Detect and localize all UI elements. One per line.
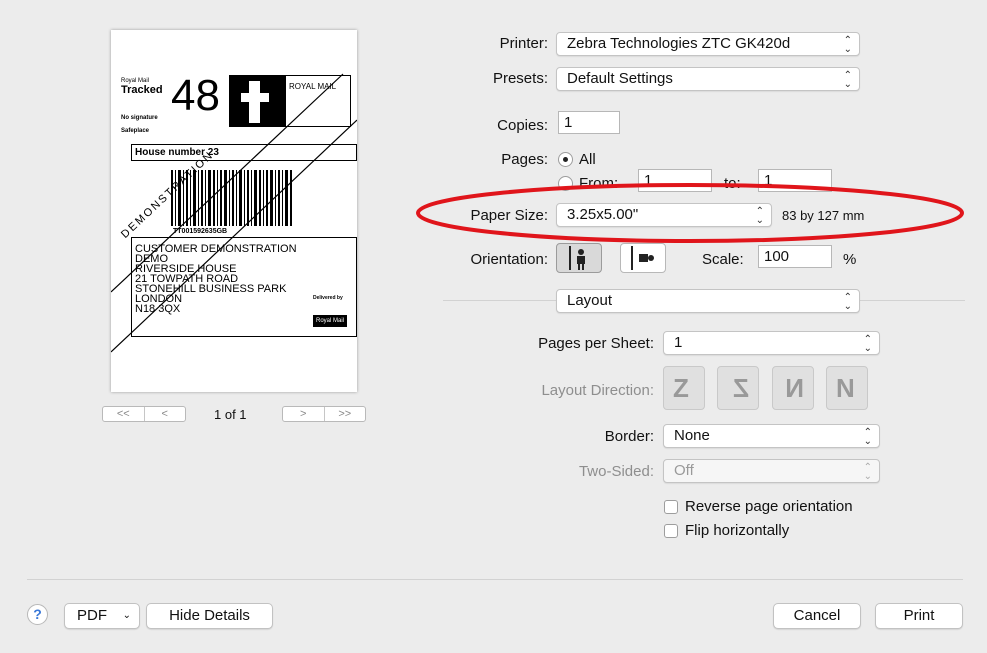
direction-n-button[interactable]: N (826, 366, 868, 410)
svg-text:Z: Z (733, 373, 749, 403)
page-indicator: 1 of 1 (214, 407, 247, 422)
help-button[interactable]: ? (27, 604, 48, 625)
print-button[interactable]: Print (875, 603, 963, 629)
highlight-ellipse (416, 183, 964, 243)
reverse-orientation-checkbox[interactable] (664, 500, 678, 514)
flip-horizontally-label: Flip horizontally (685, 522, 790, 539)
orientation-label: Orientation: (470, 251, 548, 268)
hide-details-button[interactable]: Hide Details (146, 603, 273, 629)
pdf-label: PDF (77, 607, 107, 624)
direction-n-reversed-button[interactable]: N (772, 366, 814, 410)
two-sided-select[interactable]: Off ⌃ ⌄ (663, 459, 880, 483)
direction-n-reversed-icon: N (785, 373, 804, 403)
printer-select[interactable]: Zebra Technologies ZTC GK420d ⌃ ⌄ (556, 32, 860, 56)
scale-input[interactable]: 100 (758, 245, 832, 268)
chevron-down-icon: ⌄ (122, 610, 131, 621)
two-sided-label: Two-Sided: (578, 463, 654, 480)
preview-pager-back[interactable]: << < (102, 406, 186, 422)
copies-input[interactable]: 1 (558, 111, 620, 134)
border-label: Border: (604, 428, 654, 445)
footer-divider (27, 579, 963, 580)
section-value: Layout (567, 292, 613, 309)
updown-chevron-icon: ⌃ ⌄ (863, 462, 872, 482)
direction-s-button[interactable]: Z (717, 366, 759, 410)
direction-z-button[interactable]: Z (663, 366, 705, 410)
first-page-button[interactable]: << (103, 407, 144, 421)
copies-label: Copies: (497, 117, 548, 134)
next-page-button[interactable]: > (283, 407, 324, 421)
layout-direction-label: Layout Direction: (541, 382, 654, 399)
svg-text:N: N (836, 373, 855, 403)
page-preview: Royal Mail Tracked 48 No signature Safep… (111, 30, 357, 392)
printer-label: Printer: (499, 35, 548, 52)
scale-label: Scale: (702, 251, 744, 268)
section-select[interactable]: Layout ⌃ ⌄ (556, 289, 860, 313)
pdf-menu-button[interactable]: PDF ⌄ (64, 603, 140, 629)
border-select[interactable]: None ⌃ ⌄ (663, 424, 880, 448)
pages-per-sheet-value: 1 (674, 334, 683, 351)
landscape-button[interactable] (620, 243, 666, 273)
two-sided-value: Off (674, 462, 694, 479)
updown-chevron-icon: ⌃ ⌄ (843, 70, 852, 90)
landscape-person-icon (631, 246, 654, 270)
presets-select[interactable]: Default Settings ⌃ ⌄ (556, 67, 860, 91)
prev-page-button[interactable]: < (143, 407, 186, 421)
svg-text:N: N (785, 373, 804, 403)
flip-horizontally-checkbox[interactable] (664, 524, 678, 538)
cancel-button[interactable]: Cancel (773, 603, 861, 629)
preview-pager-forward[interactable]: > >> (282, 406, 366, 422)
border-value: None (674, 427, 710, 444)
updown-chevron-icon: ⌃ ⌄ (863, 427, 872, 447)
updown-chevron-icon: ⌃ ⌄ (863, 334, 872, 354)
portrait-button[interactable] (556, 243, 602, 273)
direction-z-icon: Z (673, 373, 689, 403)
pages-per-sheet-select[interactable]: 1 ⌃ ⌄ (663, 331, 880, 355)
pages-label: Pages: (501, 151, 548, 168)
direction-s-icon: Z (733, 373, 749, 403)
direction-n-icon: N (836, 373, 855, 403)
presets-value: Default Settings (567, 70, 673, 87)
printer-value: Zebra Technologies ZTC GK420d (567, 35, 791, 52)
updown-chevron-icon: ⌃ ⌄ (843, 292, 852, 312)
scale-unit: % (843, 251, 857, 268)
last-page-button[interactable]: >> (323, 407, 366, 421)
presets-label: Presets: (492, 70, 548, 87)
pages-all-label: All (579, 151, 596, 168)
reverse-orientation-label: Reverse page orientation (685, 498, 853, 515)
updown-chevron-icon: ⌃ ⌄ (843, 35, 852, 55)
portrait-person-icon (569, 246, 585, 270)
svg-text:Z: Z (673, 373, 689, 403)
pages-all-radio[interactable] (558, 152, 573, 167)
pages-per-sheet-label: Pages per Sheet: (538, 335, 654, 352)
